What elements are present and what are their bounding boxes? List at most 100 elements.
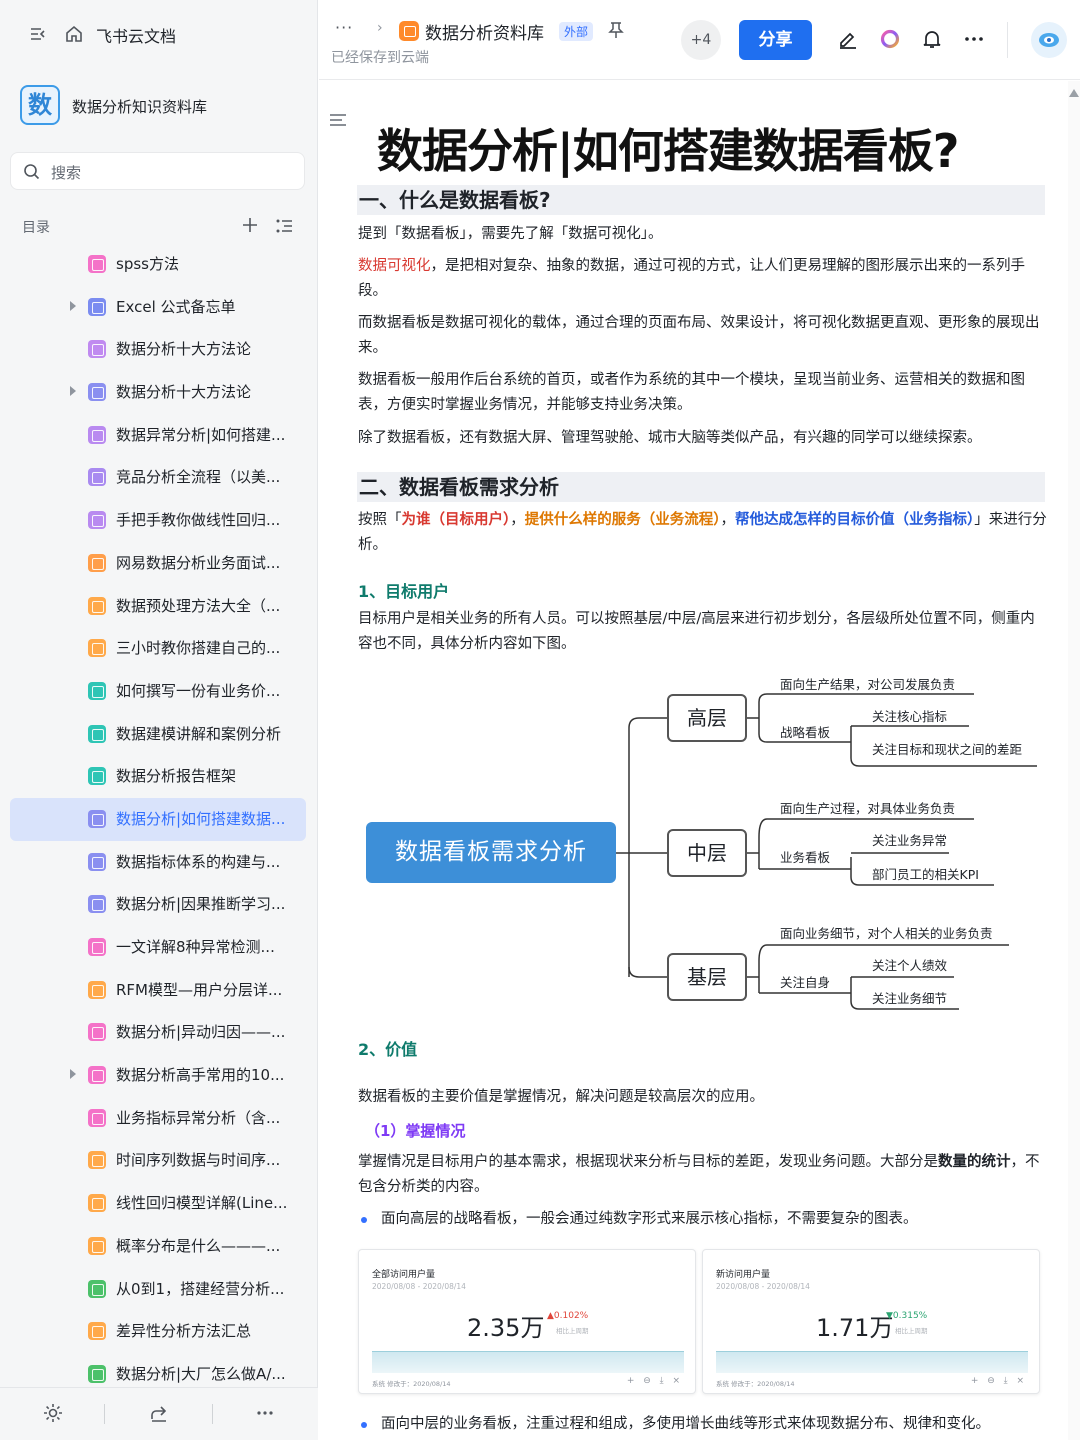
toc-item[interactable]: 数据分析|异动归因——... (10, 1011, 306, 1054)
toc-item[interactable]: 数据分析|因果推断学习... (10, 883, 306, 926)
toc-item[interactable]: 数据异常分析|如何搭建... (10, 414, 306, 457)
doc-type-icon (88, 511, 106, 530)
library-header[interactable]: 数 数据分析知识资料库 (20, 85, 310, 129)
mind-map-text: 战略看板 (780, 725, 831, 740)
toc-item[interactable]: 数据分析十大方法论 (10, 371, 306, 414)
external-badge: 外部 (559, 22, 594, 41)
toc-item[interactable]: 时间序列数据与时间序... (10, 1139, 306, 1182)
toc-item[interactable]: 数据建模讲解和案例分析 (10, 713, 306, 756)
toc-item-label: spss方法 (116, 255, 179, 273)
mind-map-root: 数据看板需求分析 (366, 822, 616, 883)
paragraph: 按照「为谁（目标用户），提供什么样的服务（业务流程），帮他达成怎样的目标价值（业… (358, 512, 1047, 553)
mind-map-text: 关注目标和现状之间的差距 (872, 742, 1023, 757)
doc-type-icon (88, 852, 106, 871)
toc-item[interactable]: 数据预处理方法大全（... (10, 585, 306, 628)
outline-toggle-icon[interactable] (327, 109, 349, 131)
doc-type-icon (88, 1194, 106, 1213)
pin-icon[interactable] (607, 20, 625, 40)
doc-type-icon (88, 767, 106, 786)
toc-item-label: 从0到1，搭建经营分析... (116, 1279, 285, 1298)
app-name[interactable]: 飞书云文档 (96, 23, 176, 47)
toc-item[interactable]: RFM模型—用户分层详... (10, 969, 306, 1012)
document-body: 数据分析|如何搭建数据看板? 一、什么是数据看板? 提到「数据看板」，需要先了解… (319, 81, 1069, 1440)
toc-item-label: Excel 公式备忘单 (116, 297, 236, 316)
home-icon[interactable] (64, 24, 84, 44)
paragraph: 数据看板的主要价值是掌握情况，解决问题是较高层次的应用。 (358, 1089, 764, 1105)
toc-item[interactable]: 网易数据分析业务面试... (10, 542, 306, 585)
paragraph: 掌握情况是目标用户的基本需求，根据现状来分析与目标的差距，发现业务问题。大部分是… (358, 1154, 1040, 1195)
edit-icon[interactable] (837, 28, 859, 50)
collapse-sidebar-icon[interactable] (28, 24, 48, 44)
toc-label: 目录 (22, 220, 50, 236)
toc-item-label: 数据指标体系的构建与... (116, 852, 281, 871)
toc-item[interactable]: 差异性分析方法汇总 (10, 1310, 306, 1353)
toc-item[interactable]: 数据分析十大方法论 (10, 328, 306, 371)
doc-type-icon (88, 383, 106, 402)
paragraph: 除了数据看板，还有数据大屏、管理驾驶舱、城市大脑等类似产品，有兴趣的同学可以继续… (358, 430, 982, 446)
more-icon[interactable] (254, 1402, 276, 1424)
card-trend-area (716, 1351, 1028, 1373)
toc-item-label: 数据分析|如何搭建数据... (116, 809, 286, 828)
toc-item[interactable]: 数据指标体系的构建与... (10, 841, 306, 884)
toc-item[interactable]: 数据分析|如何搭建数据... (10, 797, 306, 841)
ai-assistant-icon[interactable] (879, 28, 901, 50)
search-input[interactable]: 搜索 (10, 152, 305, 190)
heading-section-2: 二、数据看板需求分析 (357, 472, 1045, 502)
heading-value: 2、价值 (358, 1040, 418, 1059)
doc-type-icon (88, 1151, 106, 1170)
metric-card: 全部访问用户量 2020/08/08 - 2020/08/14 2.35万 ▲0… (358, 1249, 696, 1394)
scrollbar[interactable] (1068, 81, 1080, 1440)
toc-item[interactable]: 从0到1，搭建经营分析... (10, 1268, 306, 1311)
mind-map-diagram: 数据看板需求分析 高层 面向生产结果，对公司发展负责 战略看板 关注核心指标 关… (359, 671, 1049, 1011)
card-actions[interactable]: + ⊖ ⤓ × (627, 1376, 683, 1386)
paragraph: 数据看板一般用作后台系统的首页，或者作为系统的其中一个模块，呈现当前业务、运营相… (358, 372, 1025, 413)
toc-item-label: 数据建模讲解和案例分析 (116, 724, 282, 743)
toc-item[interactable]: 数据分析高手常用的10... (10, 1054, 306, 1097)
breadcrumb-library[interactable]: 数据分析资料库 (425, 19, 544, 44)
toc-item[interactable]: 三小时教你搭建自己的... (10, 627, 306, 670)
mind-map-text: 关注业务细节 (872, 991, 948, 1006)
toc-item-label: 概率分布是什么———... (116, 1236, 281, 1255)
share-out-icon[interactable] (148, 1402, 170, 1424)
toc-item[interactable]: 业务指标异常分析（含... (10, 1097, 306, 1140)
toc-item-label: 一文详解8种异常检测... (116, 938, 275, 956)
card-date-range: 2020/08/08 - 2020/08/14 (372, 1282, 466, 1291)
toc-item[interactable]: 一文详解8种异常检测... (10, 926, 306, 969)
share-button[interactable]: 分享 (739, 20, 812, 60)
toc-header: 目录 (22, 215, 302, 239)
card-trend-area (372, 1351, 684, 1373)
mind-map-text: 面向生产过程，对具体业务负责 (780, 801, 956, 816)
breadcrumb-more-icon[interactable]: ··· (335, 18, 353, 37)
collaborators-count[interactable]: +4 (681, 20, 721, 60)
toc-item-label: 数据分析高手常用的10... (116, 1066, 285, 1085)
doc-title: 数据分析|如何搭建数据看板? (377, 124, 959, 178)
mind-map-text: 关注个人绩效 (872, 958, 948, 973)
mind-map-level-high: 高层 (667, 694, 747, 742)
doc-type-icon (88, 1322, 106, 1341)
add-icon[interactable] (240, 215, 260, 235)
toc-item[interactable]: spss方法 (10, 243, 306, 286)
toc-item[interactable]: 手把手教你做线性回归... (10, 499, 306, 542)
expand-caret-icon[interactable] (70, 300, 76, 311)
notification-bell-icon[interactable] (921, 28, 943, 50)
assistant-avatar-icon[interactable] (1031, 22, 1067, 58)
metric-card: 新访问用户量 2020/08/08 - 2020/08/14 1.71万 ▼0.… (702, 1249, 1040, 1394)
toc-item[interactable]: 概率分布是什么———... (10, 1225, 306, 1268)
card-change-sub: 相比上周期 (895, 1327, 928, 1335)
library-icon: 数 (20, 85, 60, 125)
expand-caret-icon[interactable] (70, 386, 76, 397)
scroll-up-icon[interactable] (1069, 89, 1079, 97)
outline-list-icon[interactable] (274, 216, 294, 236)
toc-item[interactable]: 竞品分析全流程（以美... (10, 456, 306, 499)
card-change: ▲0.102% (547, 1311, 589, 1321)
more-options-icon[interactable] (963, 28, 985, 50)
card-actions[interactable]: + ⊖ ⤓ × (971, 1376, 1027, 1386)
doc-type-icon (88, 1108, 106, 1127)
toc-item[interactable]: Excel 公式备忘单 (10, 286, 306, 329)
toc-item[interactable]: 线性回归模型详解(Line... (10, 1182, 306, 1225)
toc-item[interactable]: 数据分析报告框架 (10, 755, 306, 798)
settings-icon[interactable] (42, 1402, 64, 1424)
doc-type-icon (88, 468, 106, 487)
expand-caret-icon[interactable] (70, 1069, 76, 1080)
toc-item[interactable]: 如何撰写一份有业务价... (10, 670, 306, 713)
